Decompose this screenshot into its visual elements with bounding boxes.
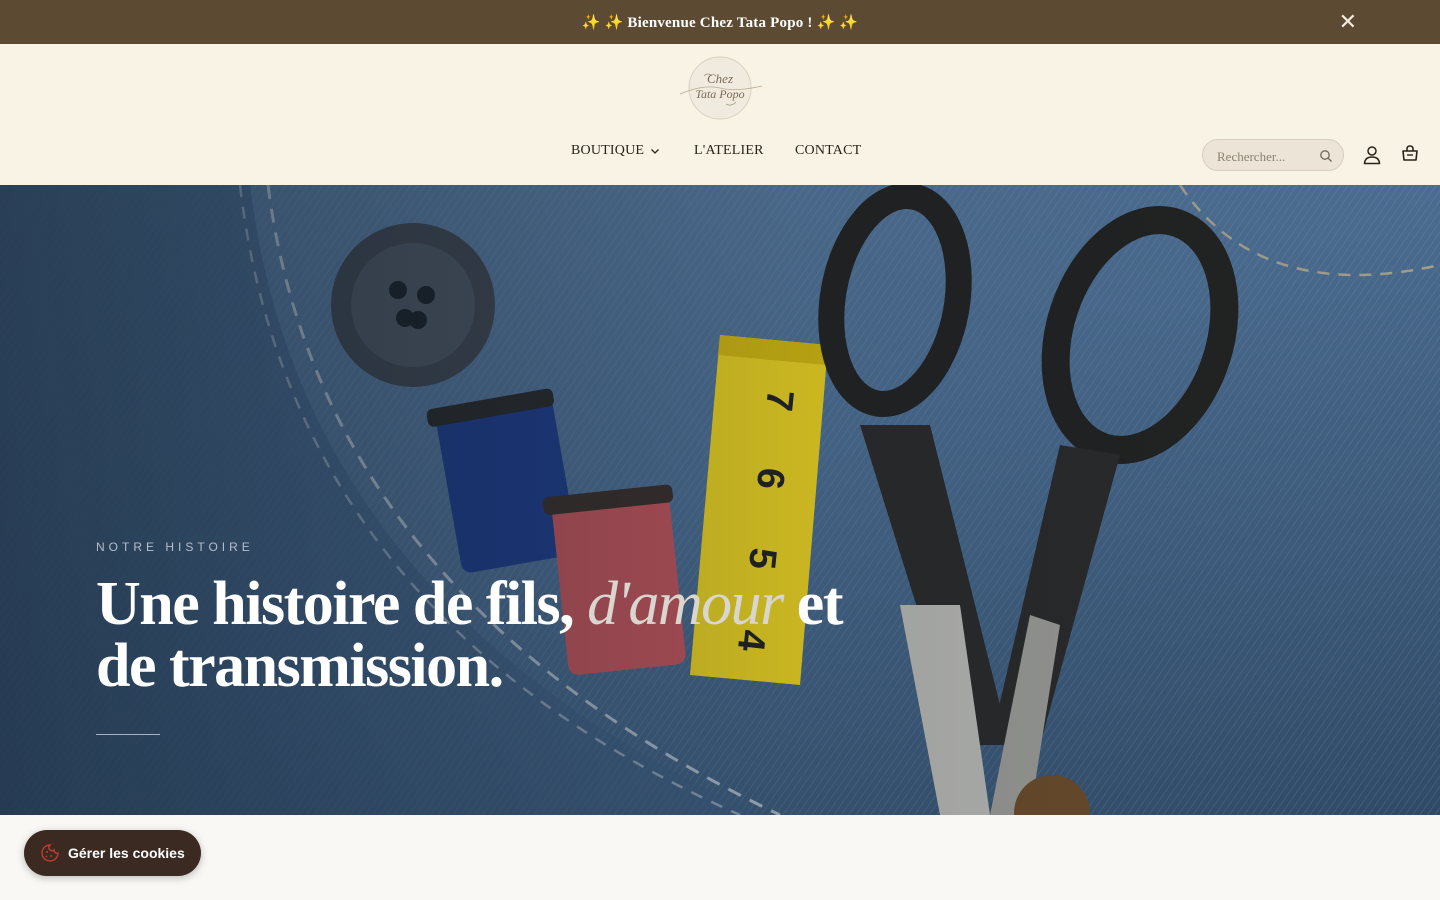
search-icon[interactable]: [1319, 149, 1333, 163]
nav-item-contact[interactable]: CONTACT: [795, 143, 861, 159]
hero-title-part1: Une histoire de fils,: [96, 570, 588, 638]
search-box: [1202, 139, 1344, 171]
nav-item-atelier[interactable]: L'ATELIER: [694, 143, 764, 159]
site-header: Chez Tata Popo BOUTIQUE L'ATELIER CONTAC…: [0, 44, 1440, 185]
hero-title-italic: d'amour: [587, 570, 784, 638]
nav-boutique-label: BOUTIQUE: [571, 143, 645, 158]
cart-icon[interactable]: [1399, 143, 1421, 165]
hero-title: Une histoire de fils, d'amour et de tran…: [96, 573, 856, 697]
hero-banner: 7 6 5 4 NOTRE HISTOIRE Une histoire de f…: [0, 185, 1440, 815]
announcement-bar: ✨ ✨ Bienvenue Chez Tata Popo ! ✨ ✨ ✕: [0, 0, 1440, 44]
search-input[interactable]: [1215, 147, 1319, 167]
manage-cookies-label: Gérer les cookies: [68, 845, 185, 861]
content-area: [0, 815, 1440, 900]
cookie-icon: [41, 844, 59, 862]
announcement-text: ✨ ✨ Bienvenue Chez Tata Popo ! ✨ ✨: [581, 14, 859, 31]
hero-divider: [96, 734, 160, 735]
logo-mark: Chez Tata Popo: [679, 56, 763, 120]
hero-eyebrow: NOTRE HISTOIRE: [96, 540, 254, 554]
site-logo[interactable]: Chez Tata Popo: [674, 54, 766, 122]
hero-background-image: 7 6 5 4: [0, 185, 1440, 815]
nav-item-boutique[interactable]: BOUTIQUE: [571, 143, 660, 159]
chevron-down-icon: [651, 149, 660, 154]
logo-line-1: Chez: [707, 71, 733, 86]
close-announcement-button[interactable]: ✕: [1336, 9, 1360, 35]
logo-line-2: Tata Popo: [695, 87, 744, 101]
manage-cookies-button[interactable]: Gérer les cookies: [24, 830, 201, 876]
account-icon[interactable]: [1361, 144, 1383, 166]
close-icon: ✕: [1338, 9, 1358, 35]
